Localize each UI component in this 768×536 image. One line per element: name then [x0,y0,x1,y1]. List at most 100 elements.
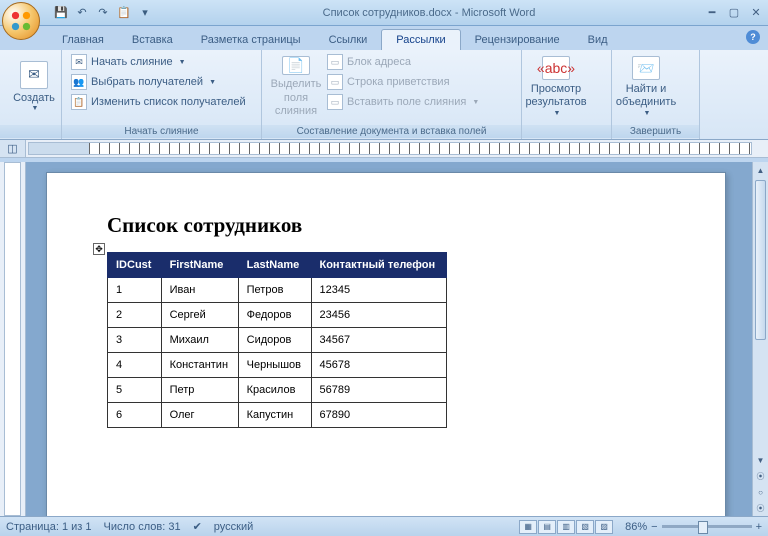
start-merge-button[interactable]: ✉Начать слияние▼ [68,52,255,72]
zoom-in-button[interactable]: + [756,521,762,533]
view-fullread-icon[interactable]: ▤ [538,520,556,534]
table-cell[interactable]: 3 [108,328,162,353]
tab-mailings[interactable]: Рассылки [381,29,460,50]
tab-insert[interactable]: Вставка [118,30,187,50]
close-button[interactable]: ✕ [748,5,764,21]
col-firstname[interactable]: FirstName [161,253,238,278]
tab-review[interactable]: Рецензирование [461,30,574,50]
edit-list-icon: 📋 [71,94,87,110]
tab-home[interactable]: Главная [48,30,118,50]
title-bar: 💾 ↶ ↷ 📋 ▾ Список сотрудников.docx - Micr… [0,0,768,26]
table-cell[interactable]: 23456 [311,303,447,328]
greeting-icon: ▭ [327,74,343,90]
tab-pagelayout[interactable]: Разметка страницы [187,30,315,50]
data-table[interactable]: IDCust FirstName LastName Контактный тел… [107,252,447,428]
page: Список сотрудников ✥ IDCust FirstName La… [46,172,726,516]
view-print-icon[interactable]: ▦ [519,520,537,534]
select-recipients-button[interactable]: 👥Выбрать получателей▼ [68,72,255,92]
table-cell[interactable]: Петров [238,278,311,303]
preview-results-button[interactable]: «abc» Просмотр результатов▼ [528,52,584,122]
table-row[interactable]: 1ИванПетров12345 [108,278,447,303]
table-cell[interactable]: Красилов [238,378,311,403]
insert-field-button[interactable]: ▭Вставить поле слияния▼ [324,92,482,112]
finish-icon: 📨 [632,56,660,80]
highlight-icon: 📄 [282,56,310,75]
help-icon[interactable]: ? [746,30,760,44]
view-draft-icon[interactable]: ▨ [595,520,613,534]
document-heading[interactable]: Список сотрудников [107,213,665,238]
address-block-button[interactable]: ▭Блок адреса [324,52,482,72]
word-count[interactable]: Число слов: 31 [104,521,181,533]
create-button[interactable]: ✉ Создать▼ [6,52,62,122]
table-row[interactable]: 2СергейФедоров23456 [108,303,447,328]
save-icon[interactable]: 💾 [52,4,70,22]
table-move-handle[interactable]: ✥ [93,243,105,255]
scroll-up-icon[interactable]: ▲ [753,162,768,178]
table-cell[interactable]: Чернышов [238,353,311,378]
table-cell[interactable]: 5 [108,378,162,403]
tab-view[interactable]: Вид [574,30,622,50]
table-cell[interactable]: 34567 [311,328,447,353]
table-cell[interactable]: Сергей [161,303,238,328]
qat-dropdown-icon[interactable]: ▾ [136,4,154,22]
view-buttons: ▦ ▤ ▥ ▧ ▨ [519,520,613,534]
table-cell[interactable]: 1 [108,278,162,303]
field-icon: ▭ [327,94,343,110]
group-finish: Завершить [612,125,699,138]
office-button[interactable] [2,2,40,40]
qat-custom-icon[interactable]: 📋 [115,4,133,22]
page-status[interactable]: Страница: 1 из 1 [6,521,92,533]
ruler-toggle[interactable]: ◫ [0,140,26,157]
col-phone[interactable]: Контактный телефон [311,253,447,278]
col-idcust[interactable]: IDCust [108,253,162,278]
minimize-button[interactable]: ━ [704,5,720,21]
view-outline-icon[interactable]: ▧ [576,520,594,534]
table-cell[interactable]: Федоров [238,303,311,328]
scroll-down-icon[interactable]: ▼ [753,452,768,468]
table-cell[interactable]: Иван [161,278,238,303]
table-row[interactable]: 5ПетрКрасилов56789 [108,378,447,403]
finish-merge-button[interactable]: 📨 Найти и объединить▼ [618,52,674,122]
prev-page-icon[interactable]: ⦿ [753,468,768,484]
ribbon: ✉ Создать▼ ✉Начать слияние▼ 👥Выбрать пол… [0,50,768,140]
table-cell[interactable]: 45678 [311,353,447,378]
preview-icon: «abc» [542,56,570,80]
tab-references[interactable]: Ссылки [315,30,382,50]
table-cell[interactable]: 67890 [311,403,447,428]
table-header-row: IDCust FirstName LastName Контактный тел… [108,253,447,278]
table-cell[interactable]: Олег [161,403,238,428]
redo-icon[interactable]: ↷ [94,4,112,22]
maximize-button[interactable]: ▢ [726,5,742,21]
zoom-level[interactable]: 86% [625,521,647,533]
language-status[interactable]: русский [214,521,253,533]
vertical-scrollbar[interactable]: ▲ ▼ ⦿ ○ ⦿ [752,162,768,516]
table-row[interactable]: 3МихаилСидоров34567 [108,328,447,353]
table-cell[interactable]: 12345 [311,278,447,303]
browse-object-icon[interactable]: ○ [753,484,768,500]
next-page-icon[interactable]: ⦿ [753,500,768,516]
table-cell[interactable]: Константин [161,353,238,378]
col-lastname[interactable]: LastName [238,253,311,278]
table-cell[interactable]: 4 [108,353,162,378]
table-cell[interactable]: Михаил [161,328,238,353]
table-cell[interactable]: 56789 [311,378,447,403]
highlight-fields-button[interactable]: 📄 Выделить поля слияния [268,52,324,122]
view-web-icon[interactable]: ▥ [557,520,575,534]
scroll-thumb[interactable] [755,180,766,340]
greeting-line-button[interactable]: ▭Строка приветствия [324,72,482,92]
zoom-slider[interactable] [662,525,752,528]
edit-recipients-button[interactable]: 📋Изменить список получателей [68,92,255,112]
proofing-icon[interactable]: ✔ [193,520,202,533]
table-cell[interactable]: 6 [108,403,162,428]
table-cell[interactable]: Петр [161,378,238,403]
quick-access-toolbar: 💾 ↶ ↷ 📋 ▾ [52,4,154,22]
zoom-out-button[interactable]: − [651,521,657,533]
people-icon: 👥 [71,74,87,90]
table-cell[interactable]: Сидоров [238,328,311,353]
table-row[interactable]: 4КонстантинЧернышов45678 [108,353,447,378]
undo-icon[interactable]: ↶ [73,4,91,22]
document-area[interactable]: Список сотрудников ✥ IDCust FirstName La… [26,162,768,516]
table-row[interactable]: 6ОлегКапустин67890 [108,403,447,428]
table-cell[interactable]: 2 [108,303,162,328]
table-cell[interactable]: Капустин [238,403,311,428]
